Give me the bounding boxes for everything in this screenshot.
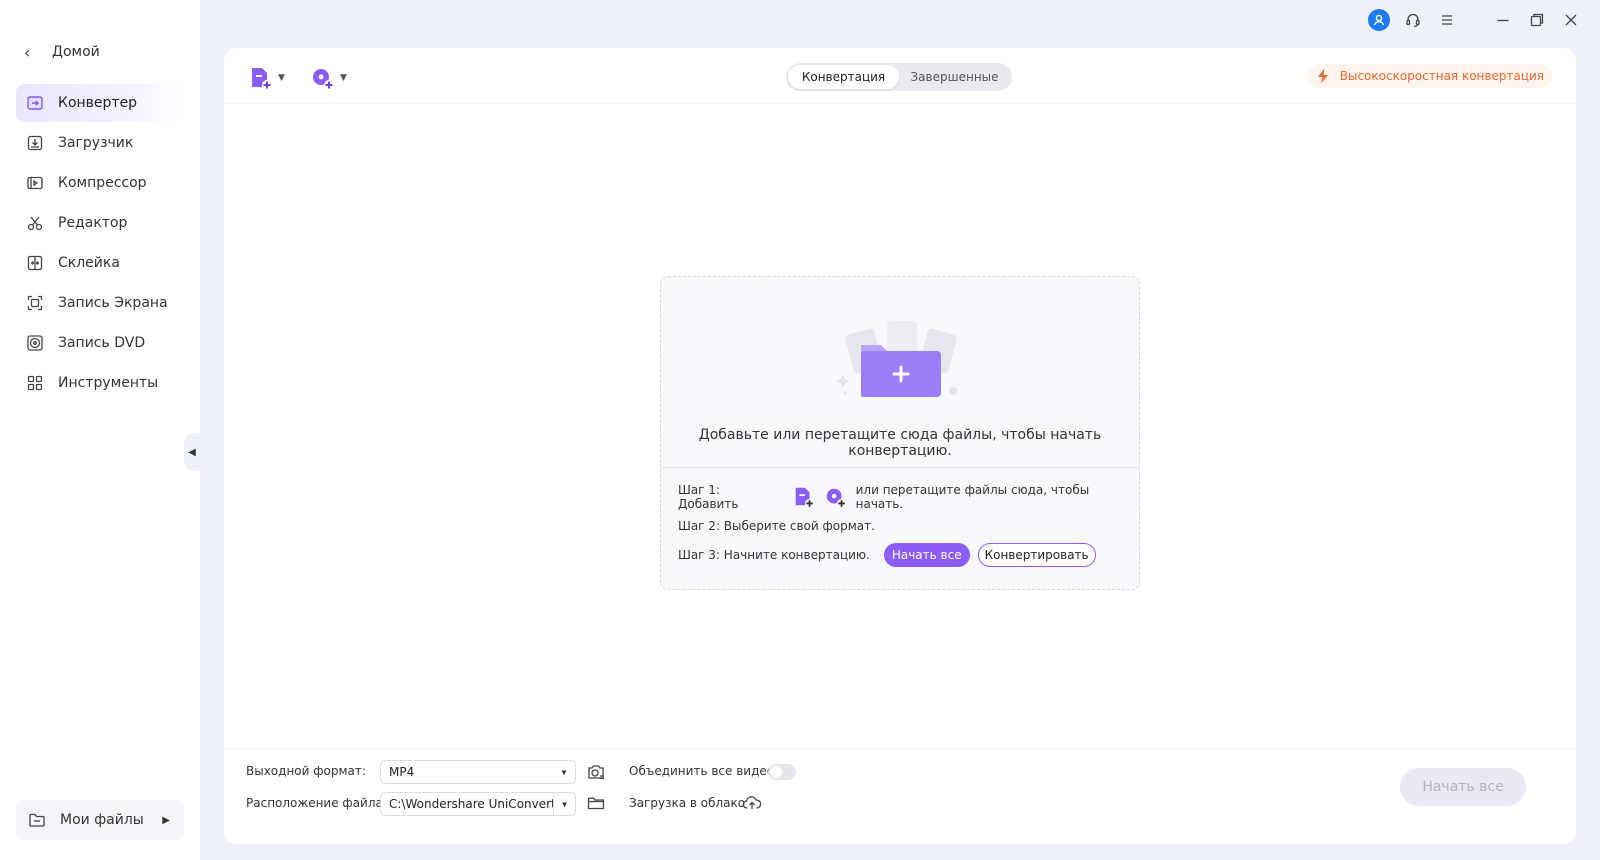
- cloud-upload-button[interactable]: [742, 793, 762, 813]
- output-format-value: MP4: [389, 765, 415, 779]
- sidebar-item-compressor[interactable]: Компрессор: [16, 164, 184, 202]
- cloud-upload-label: Загрузка в облако: [629, 796, 746, 810]
- toggle-knob: [770, 766, 782, 778]
- camera-settings-icon: [588, 765, 604, 780]
- add-dvd-button[interactable]: ▼: [310, 64, 347, 92]
- sidebar-item-dvd[interactable]: Запись DVD: [16, 324, 184, 362]
- merger-icon: [26, 254, 44, 272]
- compressor-icon: [26, 174, 44, 192]
- divider: [661, 467, 1139, 468]
- chevron-down-icon: ▼: [553, 793, 575, 815]
- sidebar-item-label: Запись Экрана: [58, 295, 168, 311]
- sidebar-item-label: Конвертер: [58, 95, 138, 111]
- add-file-icon: [252, 68, 272, 90]
- sidebar-item-downloader[interactable]: Загрузчик: [16, 124, 184, 162]
- tab-finished[interactable]: Завершенные: [899, 65, 1010, 89]
- my-files-button[interactable]: Мои файлы ▶: [16, 800, 184, 840]
- start-all-button[interactable]: Начать все: [1400, 768, 1526, 806]
- output-format-select[interactable]: MP4 ▼: [380, 760, 576, 784]
- sidebar-nav: Конвертер Загрузчик Компрессор Редактор …: [16, 84, 184, 404]
- cloud-upload-icon: [742, 796, 762, 809]
- sidebar-item-merger[interactable]: Склейка: [16, 244, 184, 282]
- output-format-label: Выходной формат:: [246, 764, 366, 778]
- close-button[interactable]: [1560, 9, 1582, 31]
- sidebar-item-label: Склейка: [58, 255, 120, 271]
- account-avatar[interactable]: [1368, 9, 1390, 31]
- drop-zone-text: Добавьте или перетащите сюда файлы, чтоб…: [698, 427, 1102, 459]
- format-settings-button[interactable]: [586, 762, 606, 782]
- converter-icon: [26, 94, 44, 112]
- add-dvd-icon: [313, 69, 334, 90]
- user-icon: [1373, 14, 1385, 26]
- high-speed-label: Высокоскоростная конвертация: [1339, 69, 1544, 83]
- add-dvd-icon: [826, 488, 846, 509]
- restore-icon: [1530, 13, 1544, 27]
- step-1-suffix: или перетащите файлы сюда, чтобы начать.: [855, 483, 1090, 511]
- file-location-label: Расположение файла:: [246, 796, 387, 810]
- topbar: ▼ ▼ Конвертация Завершенные Высокоскорос…: [224, 48, 1576, 104]
- add-files-button[interactable]: ▼: [248, 64, 285, 92]
- start-all-inline-button[interactable]: Начать все: [883, 543, 970, 567]
- sidebar-item-label: Редактор: [58, 215, 128, 231]
- sidebar-item-screen-record[interactable]: Запись Экрана: [16, 284, 184, 322]
- step-1-prefix: Шаг 1: Добавить: [678, 483, 739, 511]
- chevron-left-icon: ◀: [188, 446, 196, 458]
- step-2-text: Шаг 2: Выберите свой формат.: [678, 519, 875, 533]
- tools-grid-icon: [26, 374, 44, 392]
- high-speed-conversion-button[interactable]: Высокоскоростная конвертация: [1307, 64, 1552, 88]
- file-location-value: C:\Wondershare UniConverter: [389, 797, 553, 811]
- my-files-label: Мои файлы: [60, 812, 144, 828]
- home-link[interactable]: ‹ Домой: [24, 40, 100, 64]
- converter-tabs: Конвертация Завершенные: [786, 63, 1012, 91]
- sidebar-item-converter[interactable]: Конвертер: [16, 84, 184, 122]
- lightning-icon: [1317, 68, 1328, 84]
- sidebar-collapse-button[interactable]: ◀: [184, 433, 200, 471]
- open-folder-button[interactable]: [586, 793, 606, 813]
- step-add-file-button[interactable]: [792, 485, 816, 509]
- close-icon: [1565, 14, 1577, 26]
- folder-icon: [28, 811, 46, 829]
- hamburger-menu-icon: [1442, 15, 1452, 25]
- step-add-dvd-button[interactable]: [824, 485, 848, 509]
- add-file-icon: [795, 487, 814, 509]
- sidebar-item-label: Запись DVD: [58, 335, 146, 351]
- chevron-down-icon: ▼: [278, 73, 285, 83]
- dvd-icon: [26, 334, 44, 352]
- convert-inline-button[interactable]: Конвертировать: [977, 543, 1096, 567]
- step-1: Шаг 1: Добавить или перетащите файлы сюд…: [678, 483, 1139, 511]
- screen-record-icon: [26, 294, 44, 312]
- headset-icon: [1406, 13, 1420, 27]
- step-3-text: Шаг 3: Начните конвертацию.: [678, 548, 870, 562]
- menu-button[interactable]: [1436, 9, 1458, 31]
- merge-videos-toggle[interactable]: [768, 764, 796, 780]
- sidebar-item-label: Компрессор: [58, 175, 147, 191]
- downloader-icon: [26, 134, 44, 152]
- step-2: Шаг 2: Выберите свой формат.: [678, 519, 875, 533]
- restore-button[interactable]: [1526, 9, 1548, 31]
- sidebar-item-tools[interactable]: Инструменты: [16, 364, 184, 402]
- scissors-icon: [26, 214, 44, 232]
- drop-zone[interactable]: Добавьте или перетащите сюда файлы, чтоб…: [660, 276, 1140, 590]
- sidebar-item-label: Загрузчик: [58, 135, 134, 151]
- home-label: Домой: [52, 44, 100, 60]
- window-controls: [1368, 8, 1582, 32]
- step-3: Шаг 3: Начните конвертацию. Начать все К…: [678, 543, 1096, 567]
- folder-plus-icon: [836, 321, 957, 397]
- add-folder-illustration[interactable]: [831, 317, 971, 407]
- chevron-right-icon: ▶: [162, 814, 170, 826]
- folder-icon: [587, 797, 605, 810]
- main-panel: ▼ ▼ Конвертация Завершенные Высокоскорос…: [224, 48, 1576, 844]
- minimize-icon: [1497, 19, 1509, 22]
- chevron-left-icon: ‹: [24, 42, 31, 62]
- minimize-button[interactable]: [1492, 9, 1514, 31]
- sidebar-item-label: Инструменты: [58, 375, 159, 391]
- sidebar: ‹ Домой Конвертер Загрузчик Компрессор Р…: [0, 0, 200, 860]
- tab-converting[interactable]: Конвертация: [788, 65, 899, 89]
- chevron-down-icon: ▼: [340, 73, 347, 83]
- support-button[interactable]: [1402, 9, 1424, 31]
- sidebar-item-editor[interactable]: Редактор: [16, 204, 184, 242]
- merge-videos-label: Объединить все видео: [629, 764, 775, 778]
- chevron-down-icon: ▼: [561, 767, 567, 777]
- file-location-select[interactable]: C:\Wondershare UniConverter ▼: [380, 792, 576, 816]
